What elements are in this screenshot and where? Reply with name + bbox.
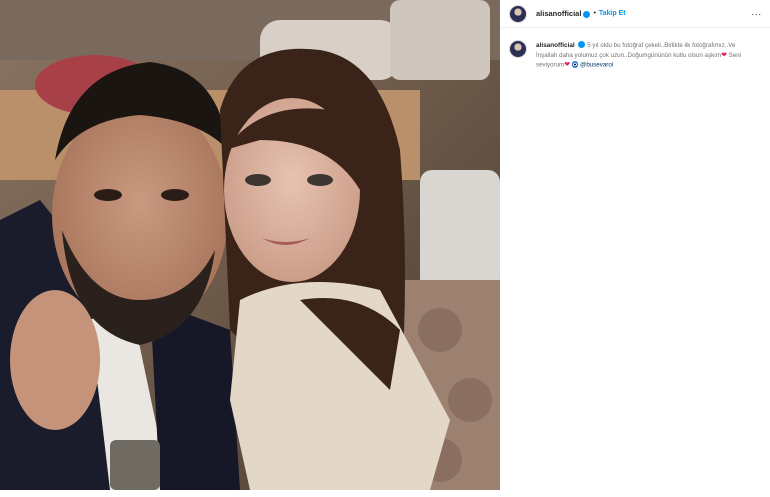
post-side-panel: alisanofficial • Takip Et ... alisanoffi… (500, 0, 770, 497)
header-username[interactable]: alisanofficial (536, 9, 581, 18)
caption-text: alisanofficial 5 yıl oldu bu fotoğraf çe… (536, 40, 756, 70)
caption-username[interactable]: alisanofficial (536, 42, 575, 49)
follow-button[interactable]: Takip Et (599, 10, 626, 17)
post-header: alisanofficial • Takip Et ... (500, 0, 770, 28)
more-options-icon[interactable]: ... (751, 8, 762, 17)
caption-row: alisanofficial 5 yıl oldu bu fotoğraf çe… (509, 40, 761, 70)
red-heart-icon: ❤ (721, 51, 727, 59)
instagram-post-view: alisanofficial • Takip Et ... alisanoffi… (0, 0, 770, 497)
verified-badge-icon (578, 41, 586, 48)
couple-selfie-image (0, 0, 500, 490)
verified-badge-icon (583, 11, 591, 18)
mention-link[interactable]: @busevarol (580, 62, 613, 69)
caption-avatar[interactable] (509, 40, 527, 58)
red-heart-icon: ❤ (564, 61, 571, 69)
separator-dot: • (593, 10, 596, 17)
post-photo[interactable] (0, 0, 500, 490)
nazar-amulet-icon (571, 61, 579, 68)
avatar[interactable] (509, 4, 527, 23)
